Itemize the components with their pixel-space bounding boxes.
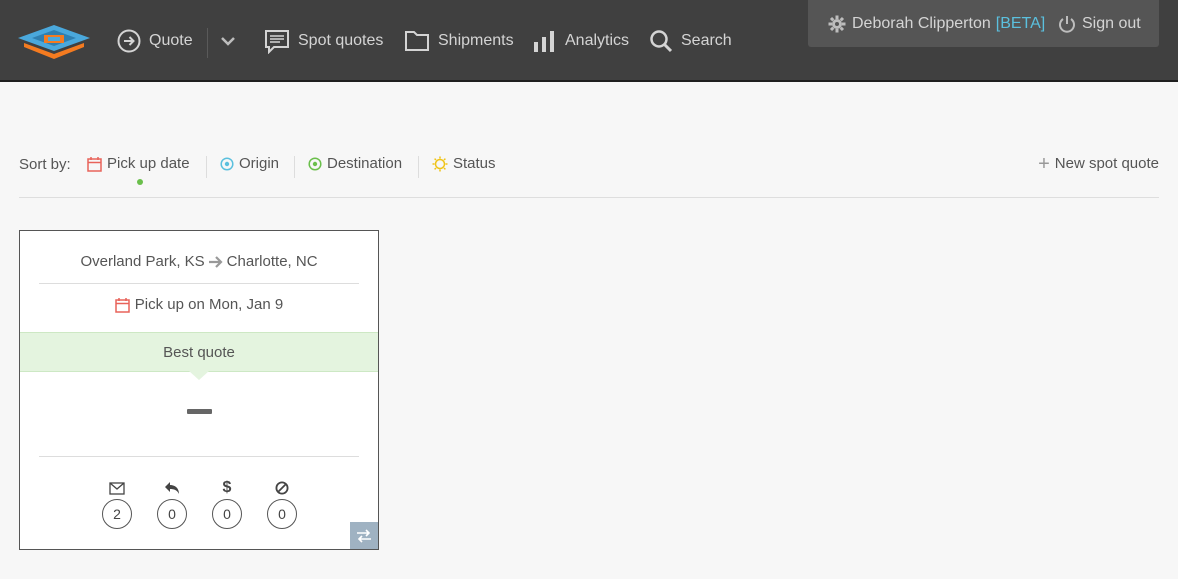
plus-icon: + [1038, 152, 1050, 175]
nav-spot-quotes-label: Spot quotes [298, 32, 384, 49]
power-icon [1059, 15, 1075, 33]
nav-analytics[interactable]: Analytics [533, 0, 629, 82]
sort-label: Sort by: [19, 156, 71, 173]
sort-destination[interactable]: Destination [308, 155, 402, 172]
quote-dropdown[interactable] [219, 0, 245, 82]
stat-replies[interactable]: 0 [155, 479, 189, 529]
arrow-circle-icon [117, 29, 141, 53]
stat-quotes-count: 0 [212, 499, 242, 529]
dollar-icon: $ [222, 479, 232, 496]
sort-destination-label: Destination [327, 155, 403, 172]
sort-divider [294, 156, 295, 178]
nav-quote[interactable]: Quote [117, 0, 193, 82]
spot-quote-card[interactable]: Overland Park, KS Charlotte, NC Pick up … [19, 230, 379, 550]
stat-quotes[interactable]: $ 0 [210, 479, 244, 529]
nav-spot-quotes[interactable]: Spot quotes [264, 0, 383, 82]
sign-out-label: Sign out [1082, 14, 1141, 32]
calendar-icon [115, 297, 130, 313]
sort-pickup-date[interactable]: Pick up date [87, 155, 190, 172]
cancel-icon [275, 479, 289, 497]
sort-pickup-date-label: Pick up date [107, 155, 190, 172]
origin-city: Overland Park, KS [80, 253, 205, 270]
sign-out-button[interactable]: Sign out [1058, 0, 1141, 47]
envelope-icon [109, 479, 125, 497]
calendar-icon [87, 156, 102, 172]
active-sort-indicator [137, 179, 143, 185]
sort-origin[interactable]: Origin [220, 155, 279, 172]
app-logo[interactable] [18, 25, 90, 59]
stat-requests[interactable]: 2 [100, 479, 134, 529]
destination-icon [308, 156, 322, 171]
stat-declined[interactable]: 0 [265, 479, 299, 529]
best-quote-caret [189, 371, 209, 380]
best-quote-value-empty [187, 409, 212, 414]
search-icon [650, 30, 673, 53]
card-divider [39, 456, 359, 457]
bar-chart-icon [534, 31, 554, 52]
stat-replies-count: 0 [157, 499, 187, 529]
nav-search[interactable]: Search [649, 0, 732, 82]
best-quote-label: Best quote [163, 343, 235, 361]
pickup-date: Pick up on Mon, Jan 9 [20, 296, 378, 313]
swap-button[interactable] [350, 522, 378, 549]
nav-divider [207, 28, 208, 58]
folder-icon [405, 31, 429, 51]
sort-divider [418, 156, 419, 178]
beta-badge: [BETA] [995, 14, 1046, 32]
gear-icon [828, 15, 846, 32]
nav-search-label: Search [681, 32, 732, 49]
nav-analytics-label: Analytics [565, 32, 630, 49]
nav-shipments[interactable]: Shipments [404, 0, 514, 82]
pickup-date-label: Pick up on Mon, Jan 9 [134, 296, 284, 313]
user-name: Deborah Clipperton [852, 14, 991, 32]
chat-icon [265, 30, 289, 54]
reply-icon [164, 479, 180, 497]
sort-bar: Sort by: Pick up date Origin Destination [19, 150, 1159, 198]
sort-status-label: Status [453, 155, 496, 172]
new-spot-quote-label: New spot quote [1054, 155, 1159, 172]
sun-icon [432, 156, 448, 171]
user-settings[interactable]: Deborah Clipperton [BETA] [828, 0, 1045, 47]
swap-arrows-icon [357, 528, 371, 543]
sort-divider [206, 156, 207, 178]
sort-origin-label: Origin [239, 155, 280, 172]
card-divider [39, 283, 359, 284]
origin-icon [220, 156, 234, 171]
nav-quote-label: Quote [149, 32, 193, 49]
chevron-down-icon [221, 37, 235, 46]
new-spot-quote-button[interactable]: + New spot quote [1038, 152, 1159, 175]
route: Overland Park, KS Charlotte, NC [20, 253, 378, 270]
top-navbar: Quote Spot quotes Shipments Analytics Se… [0, 0, 1178, 82]
user-panel: Deborah Clipperton [BETA] Sign out [808, 0, 1159, 47]
sort-status[interactable]: Status [432, 155, 496, 172]
destination-city: Charlotte, NC [226, 253, 318, 270]
arrow-right-icon [208, 255, 223, 268]
stat-declined-count: 0 [267, 499, 297, 529]
nav-shipments-label: Shipments [438, 32, 514, 49]
best-quote-header: Best quote [20, 332, 378, 372]
stat-requests-count: 2 [102, 499, 132, 529]
